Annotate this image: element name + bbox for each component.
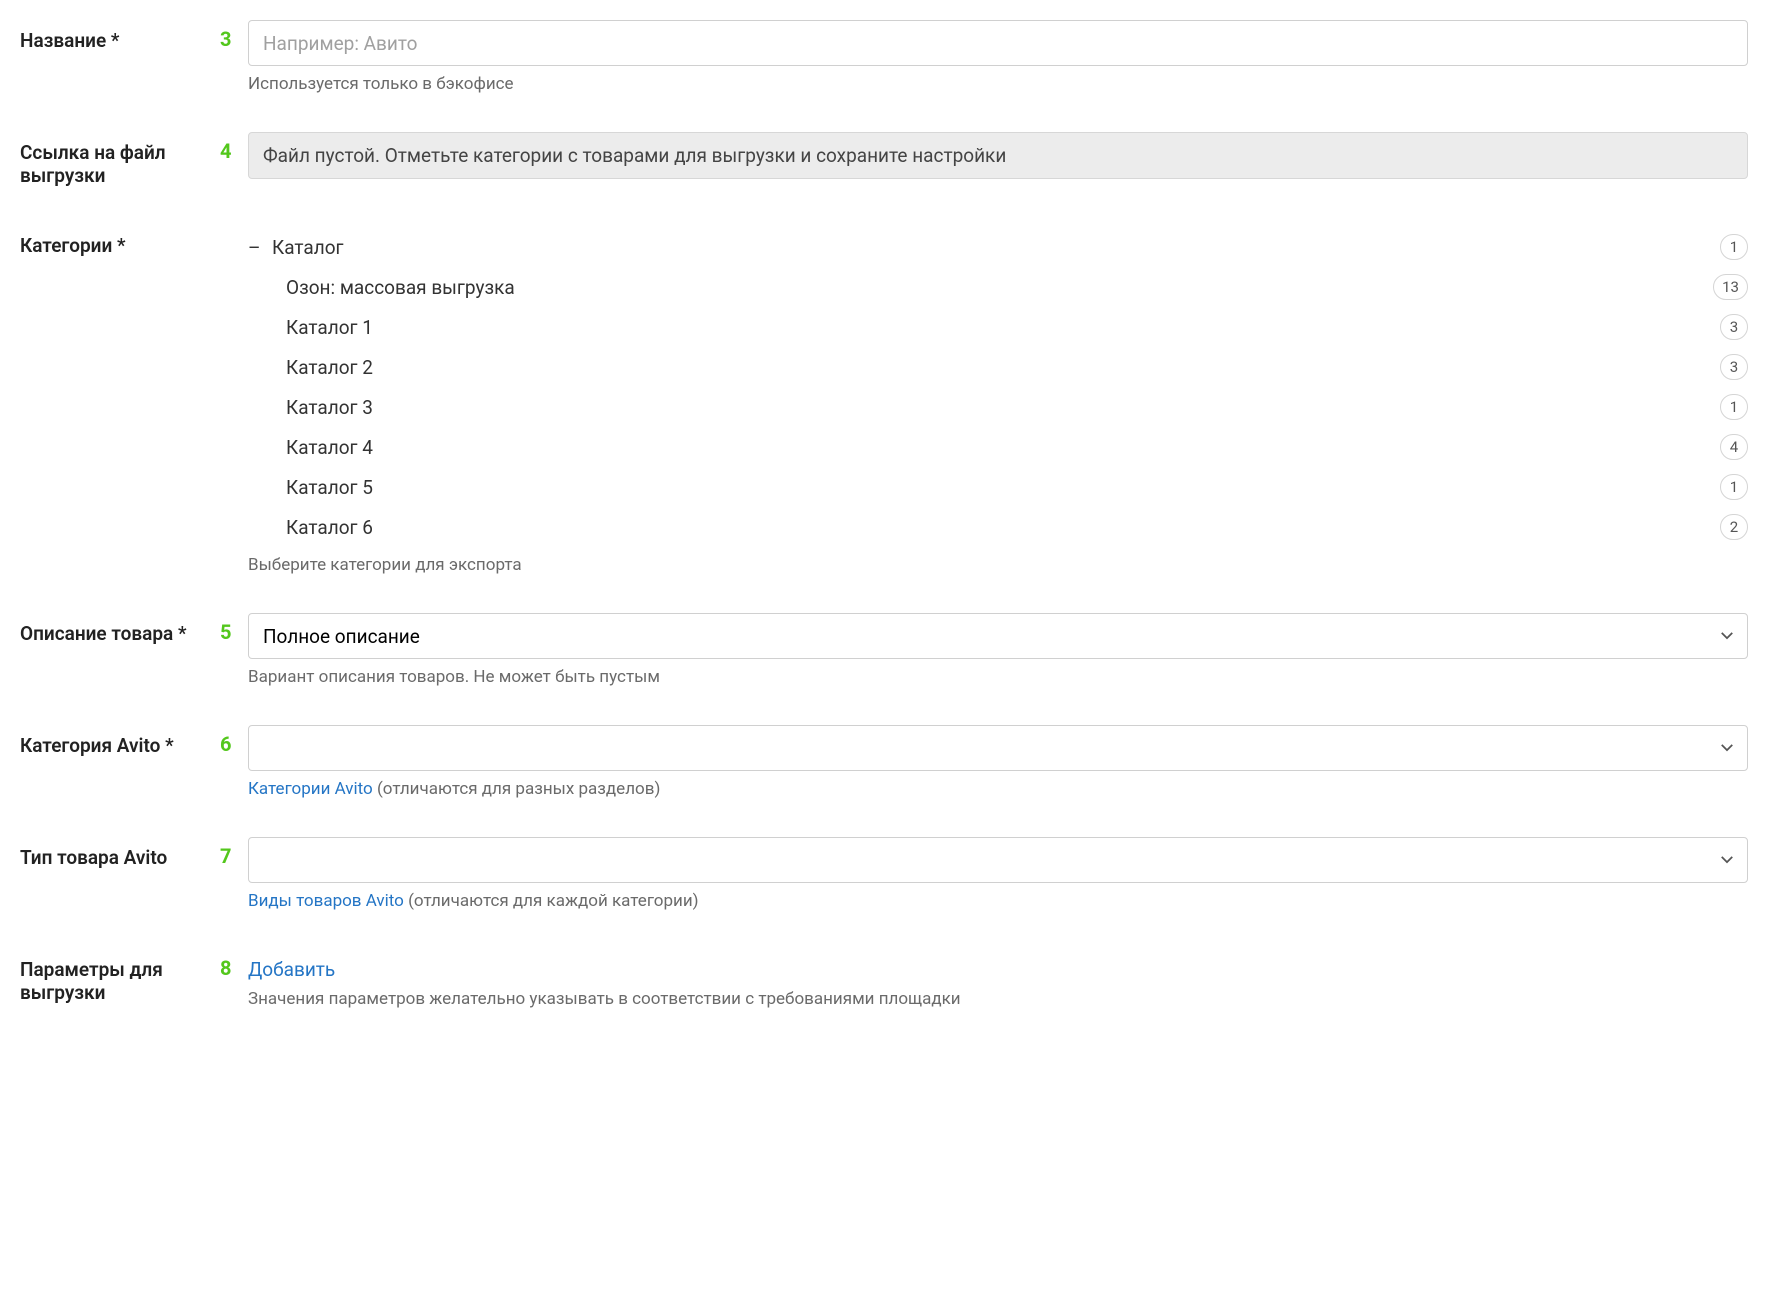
tree-item-count: 2 [1720,514,1748,540]
avito-categories-link[interactable]: Категории Avito [248,779,373,799]
tree-collapse-icon[interactable]: – [248,236,266,259]
hint-avito-category-rest: (отличаются для разных разделов) [373,779,661,799]
tree-item-name: Каталог 3 [286,396,373,419]
tree-item[interactable]: Озон: массовая выгрузка 13 [248,267,1748,307]
row-export-link: Ссылка на файл выгрузки 4 Файл пустой. О… [20,132,1748,187]
marker-export-params: 8 [220,949,248,980]
avito-types-link[interactable]: Виды товаров Avito [248,891,404,911]
tree-item[interactable]: Каталог 3 1 [248,387,1748,427]
marker-name: 3 [220,20,248,51]
row-avito-category: Категория Avito * 6 Категории Avito (отл… [20,725,1748,799]
marker-export-link: 4 [220,132,248,163]
avito-category-select[interactable] [248,725,1748,771]
hint-name: Используется только в бэкофисе [248,74,1748,94]
label-avito-category: Категория Avito * [20,725,220,757]
marker-categories [220,225,248,232]
tree-item-count: 3 [1720,314,1748,340]
tree-item[interactable]: Каталог 5 1 [248,467,1748,507]
label-categories: Категории * [20,225,220,257]
description-select[interactable]: Полное описание [248,613,1748,659]
tree-item-name: Озон: массовая выгрузка [286,276,515,299]
avito-type-select[interactable] [248,837,1748,883]
tree-item-name: Каталог 1 [286,316,373,339]
tree-item-name: Каталог 6 [286,516,373,539]
label-export-link: Ссылка на файл выгрузки [20,132,220,187]
row-categories: Категории * – Каталог 1 Озон: массовая в… [20,225,1748,575]
label-name: Название * [20,20,220,52]
tree-item-count: 3 [1720,354,1748,380]
hint-avito-category: Категории Avito (отличаются для разных р… [248,779,1748,799]
row-avito-type: Тип товара Avito 7 Виды товаров Avito (о… [20,837,1748,911]
tree-item-count: 13 [1713,274,1748,300]
tree-item-count: 4 [1720,434,1748,460]
export-link-message: Файл пустой. Отметьте категории с товара… [248,132,1748,179]
hint-export-params: Значения параметров желательно указывать… [248,989,1748,1009]
tree-root[interactable]: – Каталог 1 [248,227,1748,267]
tree-root-name: Каталог [272,236,344,259]
add-param-button[interactable]: Добавить [248,958,335,981]
row-description: Описание товара * 5 Полное описание Вари… [20,613,1748,687]
hint-categories: Выберите категории для экспорта [248,555,1748,575]
tree-item-name: Каталог 2 [286,356,373,379]
tree-item[interactable]: Каталог 2 3 [248,347,1748,387]
tree-root-count: 1 [1720,234,1748,260]
marker-avito-type: 7 [220,837,248,868]
marker-description: 5 [220,613,248,644]
row-export-params: Параметры для выгрузки 8 Добавить Значен… [20,949,1748,1009]
tree-item-name: Каталог 4 [286,436,373,459]
name-input[interactable] [248,20,1748,66]
label-description: Описание товара * [20,613,220,645]
hint-avito-type-rest: (отличаются для каждой категории) [404,891,699,911]
tree-item-count: 1 [1720,474,1748,500]
tree-item[interactable]: Каталог 1 3 [248,307,1748,347]
hint-description: Вариант описания товаров. Не может быть … [248,667,1748,687]
tree-item[interactable]: Каталог 4 4 [248,427,1748,467]
label-export-params: Параметры для выгрузки [20,949,220,1004]
category-tree: – Каталог 1 Озон: массовая выгрузка 13 К… [248,227,1748,547]
hint-avito-type: Виды товаров Avito (отличаются для каждо… [248,891,1748,911]
marker-avito-category: 6 [220,725,248,756]
tree-item-count: 1 [1720,394,1748,420]
label-avito-type: Тип товара Avito [20,837,220,869]
tree-item[interactable]: Каталог 6 2 [248,507,1748,547]
row-name: Название * 3 Используется только в бэкоф… [20,20,1748,94]
tree-item-name: Каталог 5 [286,476,373,499]
